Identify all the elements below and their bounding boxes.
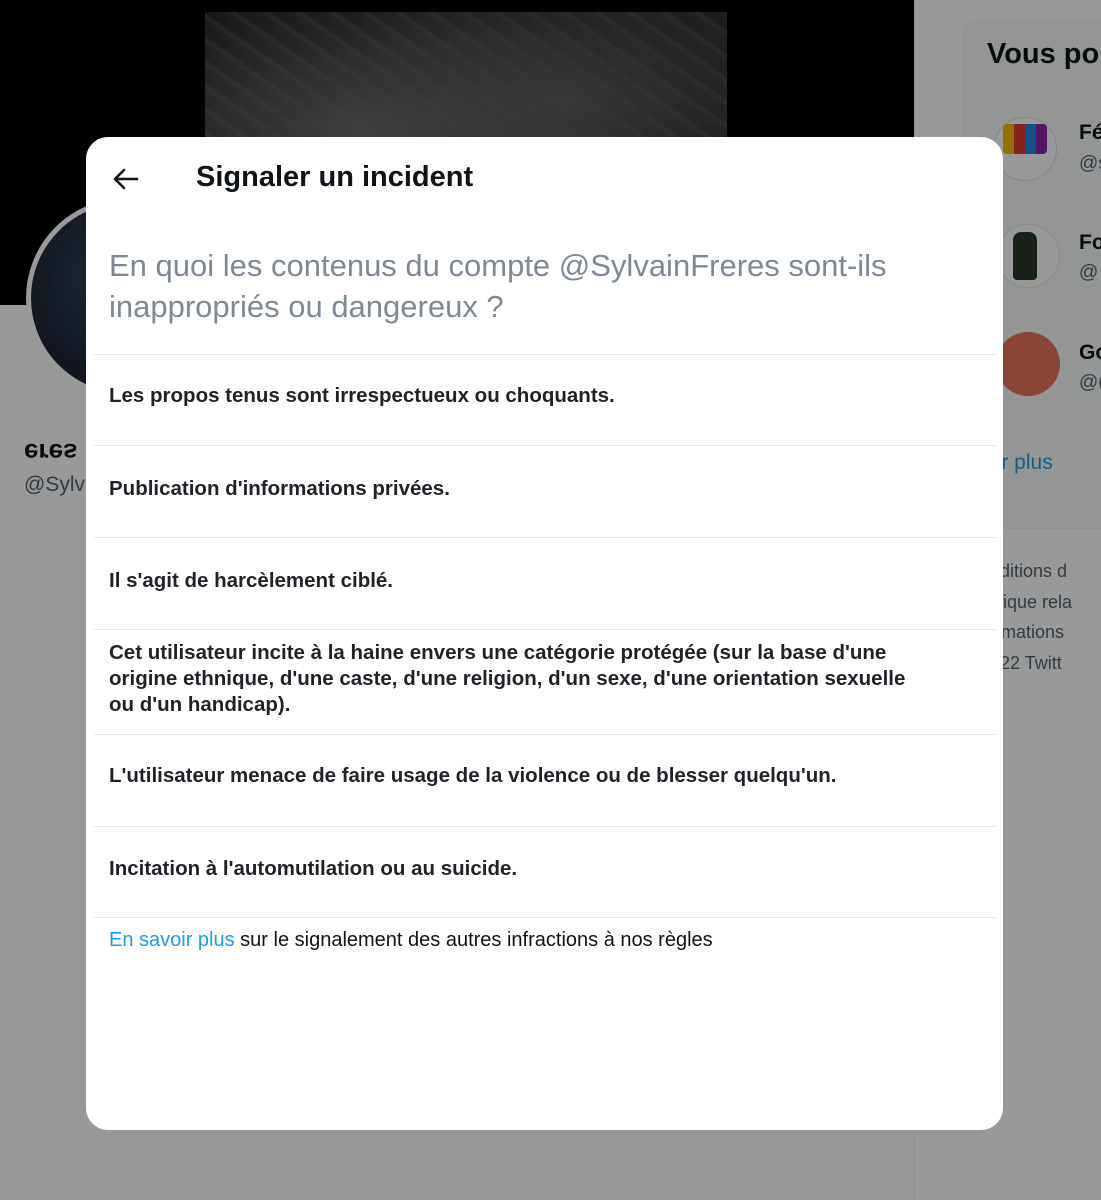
report-option-self-harm[interactable]: Incitation à l'automutilation ou au suic… <box>94 827 996 917</box>
option-label: Les propos tenus sont irrespectueux ou c… <box>109 384 615 407</box>
report-option-hate[interactable]: Cet utilisateur incite à la haine envers… <box>94 630 996 734</box>
dialog-title: Signaler un incident <box>196 161 474 193</box>
report-question: En quoi les contenus du compte @SylvainF… <box>109 248 887 324</box>
option-label: Publication d'informations privées. <box>109 477 450 500</box>
option-label: Il s'agit de harcèlement ciblé. <box>109 569 394 592</box>
option-label: Cet utilisateur incite à la haine envers… <box>109 641 906 716</box>
learn-more-link[interactable]: En savoir plus <box>109 929 235 951</box>
report-option-disrespectful[interactable]: Les propos tenus sont irrespectueux ou c… <box>94 355 996 445</box>
option-label: Incitation à l'automutilation ou au suic… <box>109 857 518 880</box>
report-option-private-info[interactable]: Publication d'informations privées. <box>94 446 996 537</box>
learn-more-suffix: sur le signalement des autres infraction… <box>234 929 713 951</box>
learn-more-text: En savoir plus sur le signalement des au… <box>109 929 713 952</box>
report-options-list: Les propos tenus sont irrespectueux ou c… <box>94 354 996 918</box>
report-option-harassment[interactable]: Il s'agit de harcèlement ciblé. <box>94 538 996 629</box>
option-label: L'utilisateur menace de faire usage de l… <box>109 764 837 787</box>
back-button[interactable] <box>106 159 146 199</box>
report-dialog: Signaler un incident En quoi les contenu… <box>86 137 1003 1130</box>
divider <box>94 917 996 918</box>
arrow-left-icon <box>113 168 139 190</box>
report-option-violence[interactable]: L'utilisateur menace de faire usage de l… <box>94 735 996 826</box>
